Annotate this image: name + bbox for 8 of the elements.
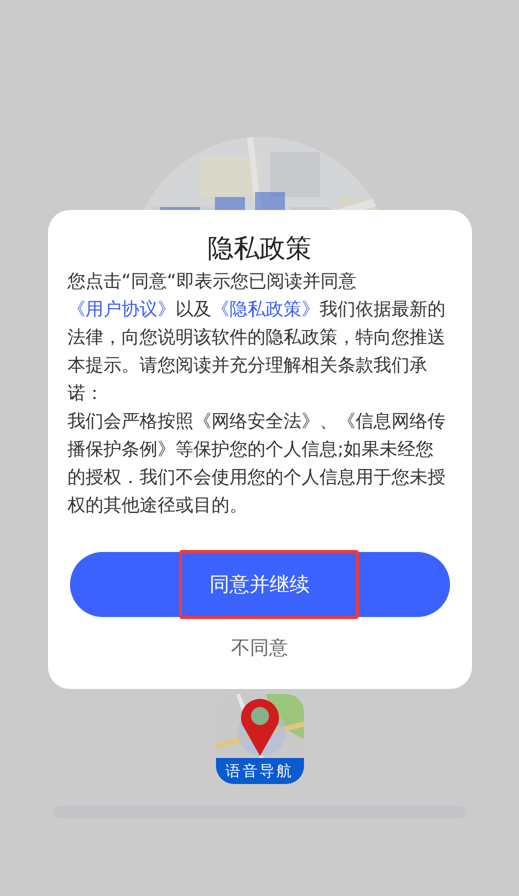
policy-text: 您点击“同意“即表示您已阅读并同意 《用户协议》以及《隐私政策》我们依据最新的法律，向您说明该软件的隐私政策，特向您推送本提示。请您阅读并充分理解相关条款我们承诺： xyxy=(68,270,446,406)
agree-button[interactable]: 同意并继续 xyxy=(70,552,450,617)
dialog-title: 隐私政策 xyxy=(208,233,312,266)
policy-text: 我们会严格按照《网络安全法》、《信息网络传播保护条例》等保护您的个人信息;如果未经您的授权．我们不会使用您的个人信息用于您未授权的其他途径或目的。 xyxy=(68,410,446,518)
policy-link[interactable]: 《用户协议》 xyxy=(68,299,176,320)
policy-link[interactable]: 《隐私政策》 xyxy=(212,299,320,320)
logo-text: 语音导航 xyxy=(216,758,304,784)
decline-button[interactable]: 不同意 xyxy=(223,631,296,665)
